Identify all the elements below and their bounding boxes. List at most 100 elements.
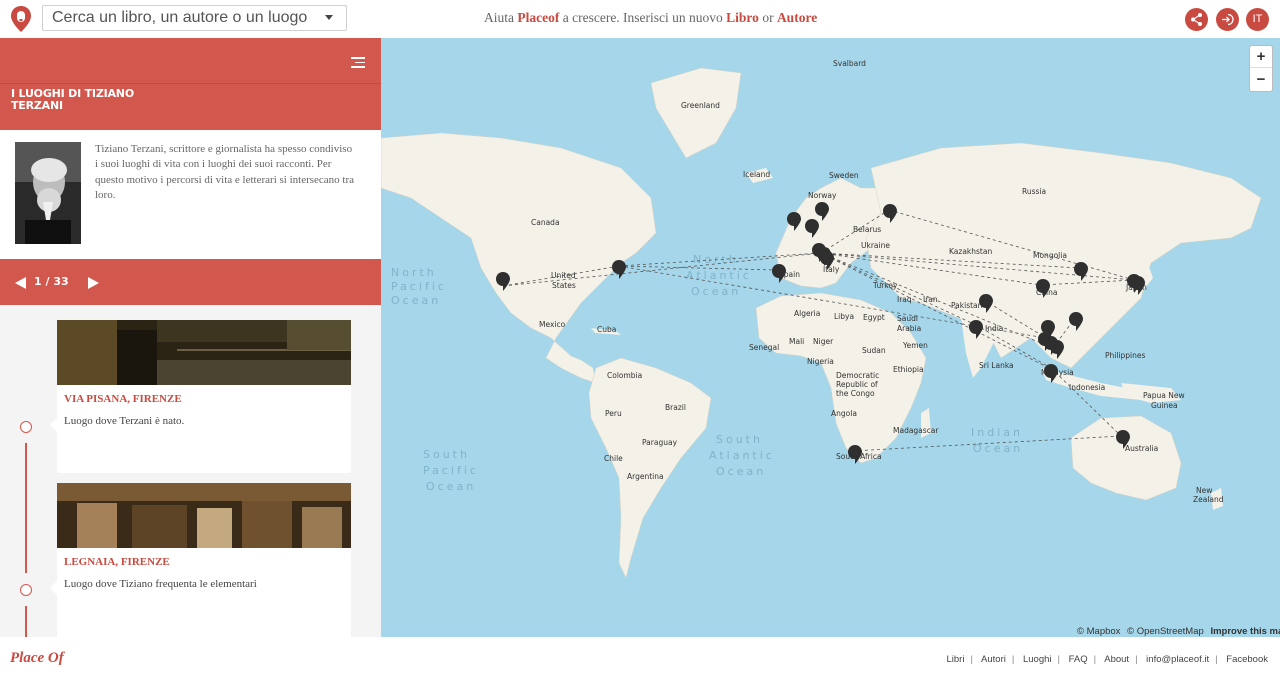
share-icon [1191,13,1202,26]
country-label: Sweden [829,171,859,180]
map-canvas[interactable]: North Pacific Ocean North Atlantic Ocean… [381,38,1280,637]
country-label: the Congo [836,389,875,398]
country-label: New [1196,486,1212,495]
panel-title: I LUOGHI DI TIZIANO TERZANI [11,87,134,112]
country-label: Nigeria [807,357,834,366]
country-label: Kazakhstan [949,247,992,256]
panel-header: I LUOGHI DI TIZIANO TERZANI [0,38,381,130]
country-label: Mongolia [1033,251,1067,260]
country-label: Iraq [897,295,912,304]
place-photo [57,320,351,385]
footer-links: Libri | Autori | Luoghi | FAQ | About | info@… [946,654,1269,665]
country-label: Russia [1022,187,1046,196]
footer-link-about[interactable]: About [1104,654,1129,665]
author-description: Tiziano Terzani, scrittore e giornalista… [95,143,355,201]
place-description: Luogo dove Tiziano frequenta le elementa… [64,578,257,590]
ocean-label: Atlantic [709,449,775,462]
country-label: Ukraine [861,241,890,250]
mapbox-credit-link[interactable]: © Mapbox [1077,626,1120,637]
country-label: Belarus [853,225,881,234]
zoom-control: + − [1249,45,1273,92]
chevron-down-icon[interactable] [325,15,333,20]
author-photo [15,142,81,244]
add-book-link[interactable]: Libro [726,10,759,25]
improve-map-link[interactable]: Improve this map [1210,626,1280,637]
country-label: Sudan [862,346,886,355]
country-label: Italy [823,265,840,274]
map-attribution: © Mapbox © OpenStreetMap Improve this ma… [1073,626,1280,637]
country-label: Yemen [902,341,928,350]
country-label: Guinea [1151,401,1178,410]
zoom-in-button[interactable]: + [1250,46,1272,68]
zoom-out-button[interactable]: − [1250,69,1272,91]
country-label: Ethiopia [893,365,924,374]
osm-credit-link[interactable]: © OpenStreetMap [1127,626,1204,637]
ocean-label: Pacific [391,280,447,293]
ocean-label: South [423,448,470,461]
country-label: Zealand [1193,495,1224,504]
country-label: Mali [789,337,804,346]
country-label: Republic of [836,380,878,389]
country-label: Mexico [539,320,566,329]
country-label: Senegal [749,343,779,352]
author-panel: I LUOGHI DI TIZIANO TERZANI Tiziano Terz… [0,38,381,637]
country-label: Madagascar [893,426,939,435]
country-label: Turkey [872,281,898,290]
place-card[interactable]: VIA PISANA, FIRENZE Luogo dove Terzani è… [50,320,351,473]
share-button[interactable] [1185,8,1208,31]
country-label: Paraguay [642,438,678,447]
country-label: Svalbard [833,59,866,68]
country-label: Canada [531,218,560,227]
country-label: Brazil [665,403,686,412]
language-button[interactable]: IT [1246,8,1269,31]
place-card[interactable]: LEGNAIA, FIRENZE Luogo dove Tiziano freq… [50,483,351,637]
place-description: Luogo dove Terzani è nato. [64,415,185,427]
login-icon [1222,13,1234,26]
country-label: Iceland [743,170,770,179]
places-timeline: VIA PISANA, FIRENZE Luogo dove Terzani è… [0,305,381,637]
timeline-line [25,443,27,573]
country-label: Argentina [627,472,664,481]
footer-link-autori[interactable]: Autori [981,654,1006,665]
footer-link-libri[interactable]: Libri [947,654,965,665]
next-arrow-icon[interactable] [88,277,99,289]
timeline-dot [20,584,32,596]
country-label: Australia [1125,444,1158,453]
placeof-link[interactable]: Placeof [517,10,559,25]
login-button[interactable] [1216,8,1239,31]
previous-arrow-icon[interactable] [15,277,26,289]
country-label: Chile [604,454,623,463]
place-title[interactable]: VIA PISANA, FIRENZE [64,393,182,405]
country-label: Algeria [794,309,820,318]
world-map[interactable]: North Pacific Ocean North Atlantic Ocean… [381,38,1280,637]
menu-icon[interactable] [351,57,365,71]
country-label: Iran [923,295,938,304]
country-label: Colombia [607,371,642,380]
ocean-label: North [391,266,437,279]
timeline-dot [20,421,32,433]
ocean-label: Ocean [691,285,741,298]
place-navigation: 1 / 33 [0,259,381,305]
search-input[interactable]: Cerca un libro, un autore o un luogo [42,5,347,31]
page-counter: 1 / 33 [34,275,69,288]
place-title[interactable]: LEGNAIA, FIRENZE [64,556,170,568]
country-label: States [552,281,576,290]
footer-link-email[interactable]: info@placeof.it [1146,654,1209,665]
country-label: Arabia [897,324,921,333]
add-author-link[interactable]: Autore [777,10,817,25]
footer-link-faq[interactable]: FAQ [1069,654,1088,665]
placeof-logo-icon[interactable] [11,6,31,32]
footer-link-luoghi[interactable]: Luoghi [1023,654,1052,665]
footer-logo[interactable]: Place Of [10,650,64,667]
country-label: Greenland [681,101,720,110]
country-label: Norway [808,191,837,200]
tagline: Aiuta Placeof a crescere. Inserisci un n… [484,10,818,25]
country-label: Saudi [897,314,918,323]
ocean-label: Ocean [426,480,476,493]
ocean-label: Ocean [716,465,766,478]
divider [0,83,381,84]
footer-link-facebook[interactable]: Facebook [1226,654,1268,665]
country-label: Cuba [597,325,616,334]
ocean-label: Ocean [391,294,441,307]
country-label: Egypt [863,313,885,322]
